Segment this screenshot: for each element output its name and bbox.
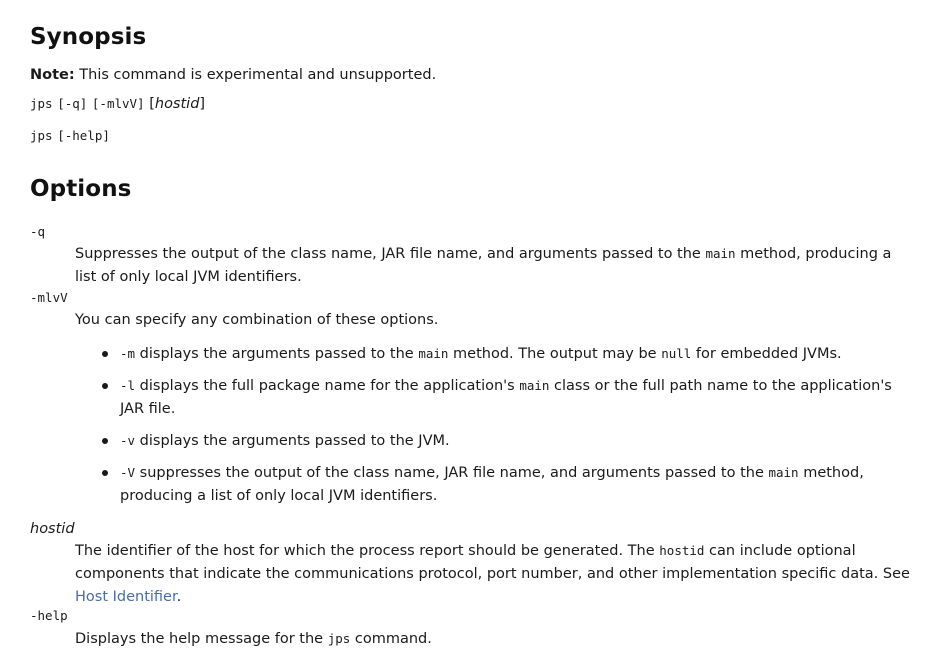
bullet-dot-icon <box>102 383 108 389</box>
option-desc-help-text-a: Displays the help message for the <box>75 631 328 647</box>
option-desc-q-text-a: Suppresses the output of the class name,… <box>75 246 706 262</box>
list-item: -v displays the arguments passed to the … <box>75 429 920 453</box>
list-item: -m displays the arguments passed to the … <box>75 342 920 366</box>
list-item: -V suppresses the output of the class na… <box>75 461 920 508</box>
usage1-mlvv-option: [-mlvV] <box>91 96 145 111</box>
note-text: This command is experimental and unsuppo… <box>74 67 437 83</box>
option-desc-help-text-b: command. <box>350 631 432 647</box>
option-term-q: -q <box>30 224 46 239</box>
option-term-hostid: hostid <box>30 521 75 537</box>
option-desc-help-code: jps <box>327 631 351 646</box>
option-desc-hostid-text-c: . <box>176 589 182 605</box>
host-identifier-link[interactable]: Host Identifier <box>75 589 177 605</box>
bullet-code-2: main <box>418 346 449 361</box>
bullet-text: displays the full package name for the a… <box>135 378 520 394</box>
bullet-text-2: method. The output may be <box>448 346 662 362</box>
bullet-dot-icon <box>102 438 108 444</box>
usage2-command: jps <box>30 128 53 143</box>
option-desc-mlvv: You can specify any combination of these… <box>75 312 439 328</box>
bullet-dot-icon <box>102 470 108 476</box>
option-desc-hostid-text-a: The identifier of the host for which the… <box>75 543 660 559</box>
usage-line-1: jps [-q] [-mlvV] [hostid] <box>30 94 205 114</box>
synopsis-heading: Synopsis <box>30 24 147 50</box>
bullet-code-3: null <box>661 346 692 361</box>
usage2-help-option: [-help] <box>57 128 110 143</box>
bullet-text-3: for embedded JVMs. <box>691 346 842 362</box>
option-desc-hostid: The identifier of the host for which the… <box>75 539 915 609</box>
option-desc-help: Displays the help message for the jps co… <box>75 627 915 651</box>
bullet-text: displays the arguments passed to the <box>135 346 419 362</box>
bullet-dot-icon <box>102 351 108 357</box>
option-desc-q-code: main <box>705 246 736 261</box>
option-desc-hostid-code: hostid <box>659 543 705 558</box>
list-item: -l displays the full package name for th… <box>75 374 920 421</box>
usage-line-2: jps [-help] <box>30 126 110 146</box>
note-label: Note: <box>30 67 75 83</box>
usage1-host-close: ] <box>199 96 206 112</box>
bullet-code: -v <box>120 433 136 448</box>
usage1-hostid: hostid <box>154 96 200 112</box>
mlvv-bullet-list: -m displays the arguments passed to the … <box>75 342 920 516</box>
bullet-text: suppresses the output of the class name,… <box>135 465 769 481</box>
option-term-help: -help <box>30 608 68 623</box>
bullet-code: -V <box>120 465 136 480</box>
usage1-q-option: [-q] <box>57 96 88 111</box>
note-line: Note: This command is experimental and u… <box>30 65 436 85</box>
bullet-code-2: main <box>768 465 799 480</box>
option-term-mlvv: -mlvV <box>30 290 68 305</box>
usage1-command: jps <box>30 96 53 111</box>
bullet-text: displays the arguments passed to the JVM… <box>135 433 450 449</box>
options-heading: Options <box>30 176 132 202</box>
option-desc-q: Suppresses the output of the class name,… <box>75 242 915 289</box>
bullet-code: -m <box>120 346 136 361</box>
bullet-code-2: main <box>519 378 550 393</box>
bullet-code: -l <box>120 378 136 393</box>
